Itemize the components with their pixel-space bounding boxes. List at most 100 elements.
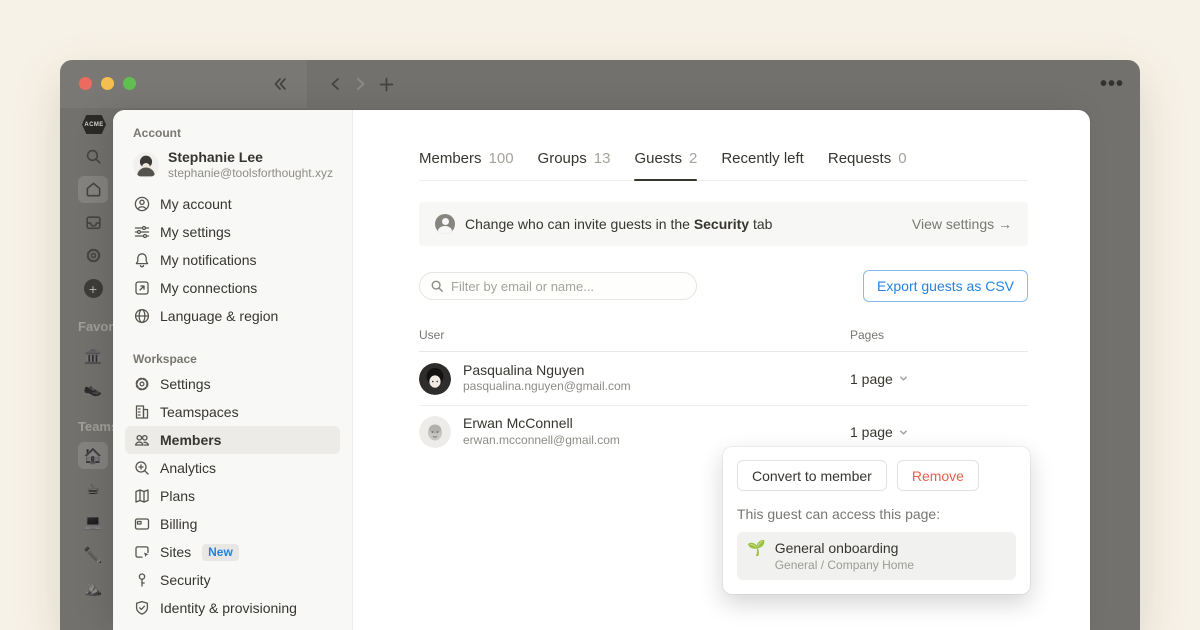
column-user: User (419, 328, 850, 342)
arrow-out-square-icon (133, 279, 151, 297)
plus-circle-icon: + (84, 279, 103, 298)
pencil-icon: ✏️ (84, 546, 103, 564)
settings-nav: Account Stephanie Lee stephanie@toolsfor… (113, 110, 353, 630)
nav-item-analytics[interactable]: Analytics (125, 454, 340, 482)
traffic-light-zoom[interactable] (123, 77, 136, 90)
nav-item-my-notifications[interactable]: My notifications (125, 246, 340, 274)
guest-name: Pasqualina Nguyen (463, 362, 631, 380)
nav-item-label: Plans (160, 488, 195, 504)
key-icon (133, 571, 151, 589)
new-tab-button[interactable] (374, 72, 398, 96)
more-options-button[interactable]: ••• (1100, 73, 1124, 96)
guest-actions-popup: Convert to member Remove This guest can … (723, 447, 1030, 594)
avatar (133, 152, 159, 178)
classical-building-icon: 🏛️ (84, 347, 103, 365)
sliders-icon (133, 223, 151, 241)
credit-card-icon (133, 515, 151, 533)
tab-label: Recently left (721, 150, 804, 167)
nav-item-teamspaces[interactable]: Teamspaces (125, 398, 340, 426)
export-guests-csv-button[interactable]: Export guests as CSV (863, 270, 1028, 302)
person-circle-icon (133, 195, 151, 213)
nav-item-label: Members (160, 432, 221, 448)
profile-row[interactable]: Stephanie Lee stephanie@toolsforthought.… (125, 144, 340, 190)
map-icon (133, 487, 151, 505)
globe-icon (133, 307, 151, 325)
profile-email: stephanie@toolsforthought.xyz (168, 166, 333, 182)
convert-to-member-button[interactable]: Convert to member (737, 460, 887, 491)
workspace-logo[interactable]: ACME (82, 115, 106, 134)
nav-forward-button[interactable] (349, 72, 373, 96)
members-tabs: Members100 Groups13 Guests2 Recently lef… (419, 150, 1028, 181)
tab-count: 2 (689, 150, 697, 167)
page-path: General / Company Home (775, 557, 914, 573)
guest-controls: Export guests as CSV (419, 270, 1028, 302)
search-icon (430, 279, 444, 293)
tab-recently-left[interactable]: Recently left (721, 150, 804, 180)
nav-item-label: Settings (160, 376, 211, 392)
nav-item-members[interactable]: Members (125, 426, 340, 454)
nav-item-sites[interactable]: Sites New (125, 538, 340, 566)
tab-count: 13 (594, 150, 611, 167)
accessible-page-item[interactable]: 🌱 General onboarding General / Company H… (737, 532, 1016, 580)
tab-count: 0 (898, 150, 906, 167)
tab-guests[interactable]: Guests2 (634, 150, 697, 180)
nav-item-security[interactable]: Security (125, 566, 340, 594)
remove-guest-button[interactable]: Remove (897, 460, 979, 491)
home-icon (84, 180, 103, 199)
tab-requests[interactable]: Requests 0 (828, 150, 907, 180)
new-badge: New (202, 544, 239, 561)
coffee-icon: ☕ (86, 480, 99, 498)
nav-item-my-settings[interactable]: My settings (125, 218, 340, 246)
plus-icon (379, 77, 394, 92)
chevron-down-icon (898, 373, 909, 384)
invite-settings-banner: Change who can invite guests in the Secu… (419, 202, 1028, 246)
guest-filter-box[interactable] (419, 272, 697, 300)
nav-item-identity-provisioning[interactable]: Identity & provisioning (125, 594, 340, 622)
guest-table-header: User Pages (419, 328, 1028, 352)
magnifier-plus-icon (133, 459, 151, 477)
nav-item-my-account[interactable]: My account (125, 190, 340, 218)
chevron-left-icon (329, 77, 341, 91)
guest-email: erwan.mcconnell@gmail.com (463, 433, 620, 449)
nav-item-billing[interactable]: Billing (125, 510, 340, 538)
nav-item-label: Sites (160, 544, 191, 560)
nav-item-my-connections[interactable]: My connections (125, 274, 340, 302)
bell-icon (133, 251, 151, 269)
inbox-icon (84, 213, 103, 232)
nav-item-settings[interactable]: Settings (125, 370, 340, 398)
laptop-icon: 💻 (84, 513, 103, 531)
guest-email: pasqualina.nguyen@gmail.com (463, 379, 631, 395)
avatar (419, 363, 451, 395)
sneaker-icon: 👟 (84, 380, 103, 398)
nav-item-label: My account (160, 196, 232, 212)
nav-item-label: Teamspaces (160, 404, 239, 420)
tab-label: Requests (828, 150, 891, 167)
shield-check-icon (133, 599, 151, 617)
workspace-section-label: Workspace (125, 350, 340, 370)
tab-members[interactable]: Members100 (419, 150, 514, 180)
traffic-light-minimize[interactable] (101, 77, 114, 90)
popup-description: This guest can access this page: (737, 506, 1016, 522)
view-settings-button[interactable]: View settings → (912, 216, 1012, 232)
tab-groups[interactable]: Groups13 (538, 150, 611, 180)
guest-row[interactable]: Pasqualina Nguyen pasqualina.nguyen@gmai… (419, 352, 1028, 405)
nav-item-label: Security (160, 572, 211, 588)
nav-item-language-region[interactable]: Language & region (125, 302, 340, 330)
search-icon (84, 147, 103, 166)
house-icon: 🏠 (84, 447, 103, 465)
traffic-light-close[interactable] (79, 77, 92, 90)
seedling-icon: 🌱 (747, 539, 766, 559)
guest-filter-input[interactable] (451, 279, 686, 294)
chevron-down-icon (898, 427, 909, 438)
pages-dropdown[interactable]: 1 page (850, 424, 1028, 440)
account-section-label: Account (125, 124, 340, 144)
nav-item-label: My connections (160, 280, 257, 296)
nav-item-label: Analytics (160, 460, 216, 476)
guest-name: Erwan McConnell (463, 415, 620, 433)
banner-text: Change who can invite guests in the Secu… (465, 216, 902, 232)
collapse-sidebar-button[interactable] (268, 72, 292, 96)
nav-item-label: Identity & provisioning (160, 600, 297, 616)
nav-item-plans[interactable]: Plans (125, 482, 340, 510)
nav-back-button[interactable] (323, 72, 347, 96)
pages-dropdown[interactable]: 1 page (850, 371, 1028, 387)
